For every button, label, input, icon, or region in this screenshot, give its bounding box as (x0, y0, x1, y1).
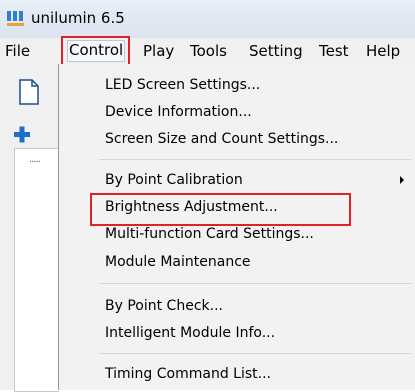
menu-item-multi-function-card[interactable]: Multi-function Card Settings... (59, 221, 415, 247)
menu-item-label: By Point Calibration (105, 172, 243, 188)
window-title: unilumin 6.5 (31, 9, 125, 27)
menu-file[interactable]: File (5, 42, 30, 60)
menu-item-label: Device Information... (105, 104, 252, 120)
menu-item-label: LED Screen Settings... (105, 77, 261, 93)
menu-item-label: Module Maintenance (105, 254, 251, 270)
app-icon (7, 11, 24, 26)
window-titlebar[interactable]: unilumin 6.5 (0, 0, 415, 38)
tree-panel[interactable]: ····· (14, 148, 59, 392)
menu-help[interactable]: Help (366, 42, 400, 60)
menu-play[interactable]: Play (143, 42, 174, 60)
new-button[interactable] (8, 72, 48, 110)
control-dropdown-menu: LED Screen Settings... Device Informatio… (58, 64, 415, 390)
menu-item-label: Brightness Adjustment... (105, 199, 278, 215)
menu-control[interactable]: Control (67, 40, 126, 62)
menu-test[interactable]: Test (319, 42, 349, 60)
new-file-icon (19, 79, 39, 105)
menu-item-label: Multi-function Card Settings... (105, 226, 314, 242)
menu-separator (99, 159, 411, 160)
menu-item-by-point-calibration[interactable]: By Point Calibration (59, 167, 415, 193)
menu-item-label: By Point Check... (105, 298, 223, 314)
menu-item-brightness-adjustment[interactable]: Brightness Adjustment... (59, 194, 415, 220)
menu-item-module-maintenance[interactable]: Module Maintenance (59, 249, 415, 275)
menu-item-timing-command-list[interactable]: Timing Command List... (59, 361, 415, 387)
chevron-right-icon (400, 176, 404, 184)
menu-item-label: Timing Command List... (105, 366, 271, 382)
menu-setting[interactable]: Setting (249, 42, 303, 60)
menu-separator (99, 353, 411, 354)
menu-item-device-information[interactable]: Device Information... (59, 99, 415, 125)
menu-item-by-point-check[interactable]: By Point Check... (59, 293, 415, 319)
menu-item-screen-size-count[interactable]: Screen Size and Count Settings... (59, 126, 415, 152)
menu-separator (99, 283, 411, 284)
menu-bar: File Control Play Tools Setting Test Hel… (0, 38, 415, 65)
menu-item-label: Screen Size and Count Settings... (105, 131, 339, 147)
menu-item-led-screen-settings[interactable]: LED Screen Settings... (59, 72, 415, 98)
tree-dots-icon: ····· (29, 157, 41, 168)
menu-item-intelligent-module-info[interactable]: Intelligent Module Info... (59, 320, 415, 346)
menu-item-label: Intelligent Module Info... (105, 325, 276, 341)
menu-tools[interactable]: Tools (190, 42, 227, 60)
